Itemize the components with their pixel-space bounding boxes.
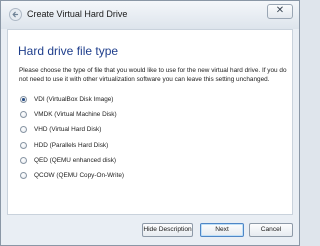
option-label: HDD (Parallels Hard Disk) bbox=[34, 141, 109, 149]
close-button[interactable]: ✕ bbox=[267, 4, 293, 19]
next-button[interactable]: Next bbox=[200, 223, 244, 237]
window-title: Create Virtual Hard Drive bbox=[27, 9, 128, 19]
option-label: QED (QEMU enhanced disk) bbox=[34, 156, 117, 164]
radio-button[interactable] bbox=[20, 126, 27, 134]
radio-button[interactable] bbox=[20, 141, 27, 149]
radio-button[interactable] bbox=[20, 172, 27, 180]
option-label: VMDK (Virtual Machine Disk) bbox=[34, 111, 117, 119]
option-vdi[interactable]: VDI (VirtualBox Disk Image) bbox=[20, 92, 124, 107]
button-bar: Hide Description Next Cancel bbox=[1, 219, 299, 245]
title-bar: Create Virtual Hard Drive ✕ bbox=[1, 1, 299, 29]
option-label: QCOW (QEMU Copy-On-Write) bbox=[34, 172, 125, 180]
option-label: VDI (VirtualBox Disk Image) bbox=[34, 96, 114, 104]
option-label: VHD (Virtual Hard Disk) bbox=[34, 126, 102, 134]
page-heading: Hard drive file type bbox=[18, 44, 119, 58]
cancel-button[interactable]: Cancel bbox=[249, 223, 293, 237]
option-vhd[interactable]: VHD (Virtual Hard Disk) bbox=[20, 122, 124, 137]
file-type-options: VDI (VirtualBox Disk Image) VMDK (Virtua… bbox=[20, 92, 124, 183]
page-description: Please choose the type of file that you … bbox=[19, 67, 287, 83]
hide-description-button[interactable]: Hide Description bbox=[142, 223, 193, 237]
dialog-window: Create Virtual Hard Drive ✕ Hard drive f… bbox=[0, 0, 300, 246]
option-hdd[interactable]: HDD (Parallels Hard Disk) bbox=[20, 138, 124, 153]
option-qed[interactable]: QED (QEMU enhanced disk) bbox=[20, 153, 124, 168]
radio-button[interactable] bbox=[20, 156, 27, 164]
option-vmdk[interactable]: VMDK (Virtual Machine Disk) bbox=[20, 107, 124, 122]
radio-button[interactable] bbox=[20, 96, 27, 104]
wizard-page: Hard drive file type Please choose the t… bbox=[7, 29, 293, 215]
back-arrow-icon[interactable] bbox=[9, 8, 22, 21]
option-qcow[interactable]: QCOW (QEMU Copy-On-Write) bbox=[20, 168, 124, 183]
close-icon: ✕ bbox=[275, 5, 285, 16]
radio-button[interactable] bbox=[20, 111, 27, 119]
